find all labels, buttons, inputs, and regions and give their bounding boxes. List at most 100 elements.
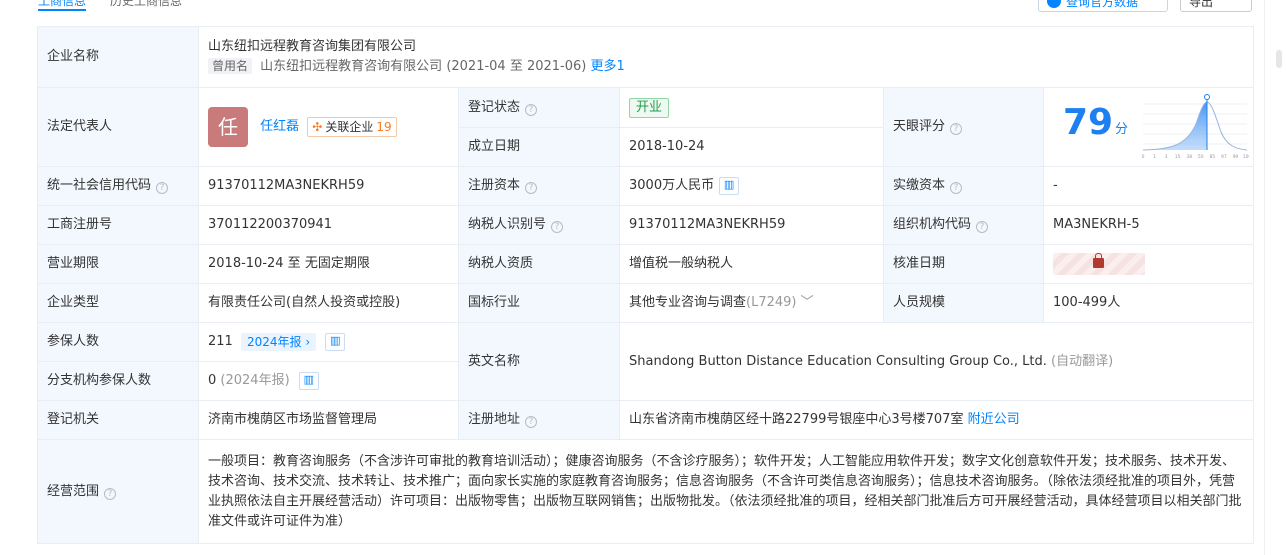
- biz-period-value: 2018-10-24 至 无固定期限: [198, 244, 459, 284]
- branch-insured-cell: 0 (2024年报) ▥: [198, 361, 459, 401]
- insured-cell: 211 2024年报 › ▥: [198, 322, 459, 362]
- insured-chart-icon[interactable]: ▥: [325, 332, 346, 351]
- related-companies-button[interactable]: ✣ 关联企业 19: [307, 117, 397, 137]
- tab-business-info[interactable]: 工商信息: [38, 0, 87, 11]
- score-axis-tick: 0: [1142, 154, 1145, 160]
- used-name-line: 曾用名 山东纽扣远程教育咨询有限公司 (2021-04 至 2021-06) 更…: [208, 57, 1244, 77]
- found-date-label: 成立日期: [458, 127, 620, 167]
- approve-date-label: 核准日期: [883, 244, 1044, 284]
- reg-address-cell: 山东省济南市槐荫区经十路22799号银座中心3号楼707室 附近公司: [619, 400, 1254, 440]
- used-name-tag: 曾用名: [208, 58, 253, 74]
- industry-label: 国标行业: [458, 283, 620, 323]
- used-name-more-link[interactable]: 更多1: [591, 59, 625, 74]
- reg-status-cell: 开业: [619, 87, 884, 128]
- status-badge: 开业: [629, 97, 670, 118]
- taxpayer-id-label-cell: 纳税人识别号?: [458, 205, 620, 245]
- export-label: 导出: [1189, 0, 1214, 9]
- found-date-value: 2018-10-24: [619, 127, 884, 167]
- help-icon[interactable]: ?: [156, 182, 169, 194]
- reg-capital-value: 3000万人民币: [629, 178, 715, 193]
- branch-insured-chart-icon[interactable]: ▥: [298, 371, 319, 390]
- related-companies-count: 19: [376, 120, 392, 134]
- tianyan-score-label: 天眼评分: [893, 119, 946, 134]
- english-name-label: 英文名称: [458, 322, 620, 401]
- english-name-cell: Shandong Button Distance Education Consu…: [619, 322, 1254, 401]
- org-code-value: MA3NEKRH-5: [1043, 205, 1254, 245]
- query-official-label: 查询官方数据: [1066, 0, 1139, 9]
- org-code-label: 组织机构代码: [893, 217, 972, 232]
- legal-rep-label: 法定代表人: [37, 87, 199, 167]
- export-button[interactable]: 导出: [1180, 0, 1252, 12]
- branch-insured-label: 分支机构参保人数: [37, 361, 199, 401]
- staff-size-label: 人员规模: [883, 283, 1044, 323]
- industry-value: 其他专业咨询与调查: [629, 295, 747, 310]
- company-type-label: 企业类型: [37, 283, 199, 323]
- score-axis-tick: 15: [1175, 154, 1181, 160]
- english-name-value: Shandong Button Distance Education Consu…: [629, 353, 1047, 369]
- used-name-value: 山东纽扣远程教育咨询有限公司: [260, 59, 443, 74]
- score-widget[interactable]: 79 分 0 1 3 15 38 50 85 97 99 10: [1053, 88, 1249, 166]
- top-bar: 工商信息 历史工商信息 查询官方数据 导出: [0, 0, 1286, 14]
- score-value: 79: [1063, 102, 1114, 143]
- reg-address-label: 注册地址: [468, 412, 521, 427]
- taxpayer-qual-value: 增值税一般纳税人: [619, 244, 884, 284]
- insured-report-label: 2024年报: [246, 334, 302, 349]
- english-name-note: (自动翻译): [1051, 353, 1114, 369]
- reg-address-label-cell: 注册地址?: [458, 400, 620, 440]
- biz-scope-label-cell: 经营范围?: [37, 439, 199, 544]
- score-axis-tick: 99: [1233, 154, 1239, 160]
- help-icon[interactable]: ?: [551, 221, 564, 233]
- related-companies-label: 关联企业: [325, 120, 374, 134]
- help-icon[interactable]: ?: [525, 103, 538, 116]
- row-legal-rep: 法定代表人 任 任红磊 ✣ 关联企业 19 登记状态? 开业 天眼评分? 79 …: [37, 87, 1254, 167]
- help-icon[interactable]: ?: [525, 182, 538, 194]
- reg-capital-label-cell: 注册资本?: [458, 166, 620, 206]
- scrollbar-thumb[interactable]: [1276, 50, 1282, 68]
- reg-address-value: 山东省济南市槐荫区经十路22799号银座中心3号楼707室: [629, 412, 964, 427]
- help-icon[interactable]: ?: [950, 123, 963, 135]
- tab-history-info[interactable]: 历史工商信息: [110, 0, 182, 9]
- insured-value: 211: [208, 334, 233, 349]
- industry-code: (L7249): [746, 295, 797, 310]
- industry-cell[interactable]: 其他专业咨询与调查(L7249) ﹀: [619, 283, 884, 323]
- score-axis-tick: 100: [1243, 154, 1249, 160]
- row-company-type: 企业类型 有限责任公司(自然人投资或控股) 国标行业 其他专业咨询与调查(L72…: [37, 283, 1254, 323]
- tianyan-score-label-cell: 天眼评分?: [883, 87, 1044, 167]
- legal-rep-avatar[interactable]: 任: [208, 107, 248, 147]
- help-icon[interactable]: ?: [104, 487, 117, 500]
- reg-authority-value: 济南市槐荫区市场监督管理局: [198, 400, 459, 440]
- legal-rep-cell: 任 任红磊 ✣ 关联企业 19: [198, 87, 459, 167]
- help-icon[interactable]: ?: [525, 416, 538, 428]
- network-icon: ✣: [312, 120, 323, 134]
- tianyan-score-cell[interactable]: 79 分 0 1 3 15 38 50 85 97 99 10: [1043, 87, 1254, 167]
- row-company-name: 企业名称 山东纽扣远程教育咨询集团有限公司 曾用名 山东纽扣远程教育咨询有限公司…: [37, 26, 1254, 88]
- insured-report-tag[interactable]: 2024年报 ›: [240, 332, 317, 351]
- paid-capital-label: 实缴资本: [893, 178, 946, 193]
- help-icon[interactable]: ?: [950, 182, 963, 194]
- capital-chart-icon[interactable]: ▥: [719, 176, 740, 195]
- legal-rep-name-link[interactable]: 任红磊: [260, 119, 299, 134]
- company-name-label: 企业名称: [37, 26, 199, 88]
- reg-authority-label: 登记机关: [37, 400, 199, 440]
- score-axis-ticks: 0 1 3 15 38 50 85 97 99 100: [1142, 154, 1249, 160]
- credit-code-label-cell: 统一社会信用代码?: [37, 166, 199, 206]
- chevron-down-icon[interactable]: ﹀: [801, 295, 814, 310]
- branch-insured-value: 0: [208, 373, 217, 388]
- reg-status-label: 登记状态: [468, 99, 521, 115]
- score-axis-tick: 50: [1198, 154, 1204, 160]
- score-marker-dot: [1204, 94, 1210, 100]
- score-axis-tick: 85: [1209, 154, 1215, 160]
- taxpayer-qual-label: 纳税人资质: [458, 244, 620, 284]
- query-official-button[interactable]: 查询官方数据: [1038, 0, 1168, 12]
- paid-capital-label-cell: 实缴资本?: [883, 166, 1044, 206]
- nearby-companies-link[interactable]: 附近公司: [968, 412, 1020, 427]
- company-name-cell: 山东纽扣远程教育咨询集团有限公司 曾用名 山东纽扣远程教育咨询有限公司 (202…: [198, 26, 1254, 88]
- score-distribution-chart: 0 1 3 15 38 50 85 97 99 100: [1142, 94, 1249, 160]
- reg-capital-label: 注册资本: [468, 178, 521, 193]
- score-unit: 分: [1115, 122, 1129, 137]
- biz-reg-no-value: 370112200370941: [198, 205, 459, 245]
- help-icon[interactable]: ?: [976, 221, 989, 233]
- locked-content-button[interactable]: [1053, 253, 1145, 275]
- reg-capital-cell: 3000万人民币 ▥: [619, 166, 884, 206]
- org-code-label-cell: 组织机构代码?: [883, 205, 1044, 245]
